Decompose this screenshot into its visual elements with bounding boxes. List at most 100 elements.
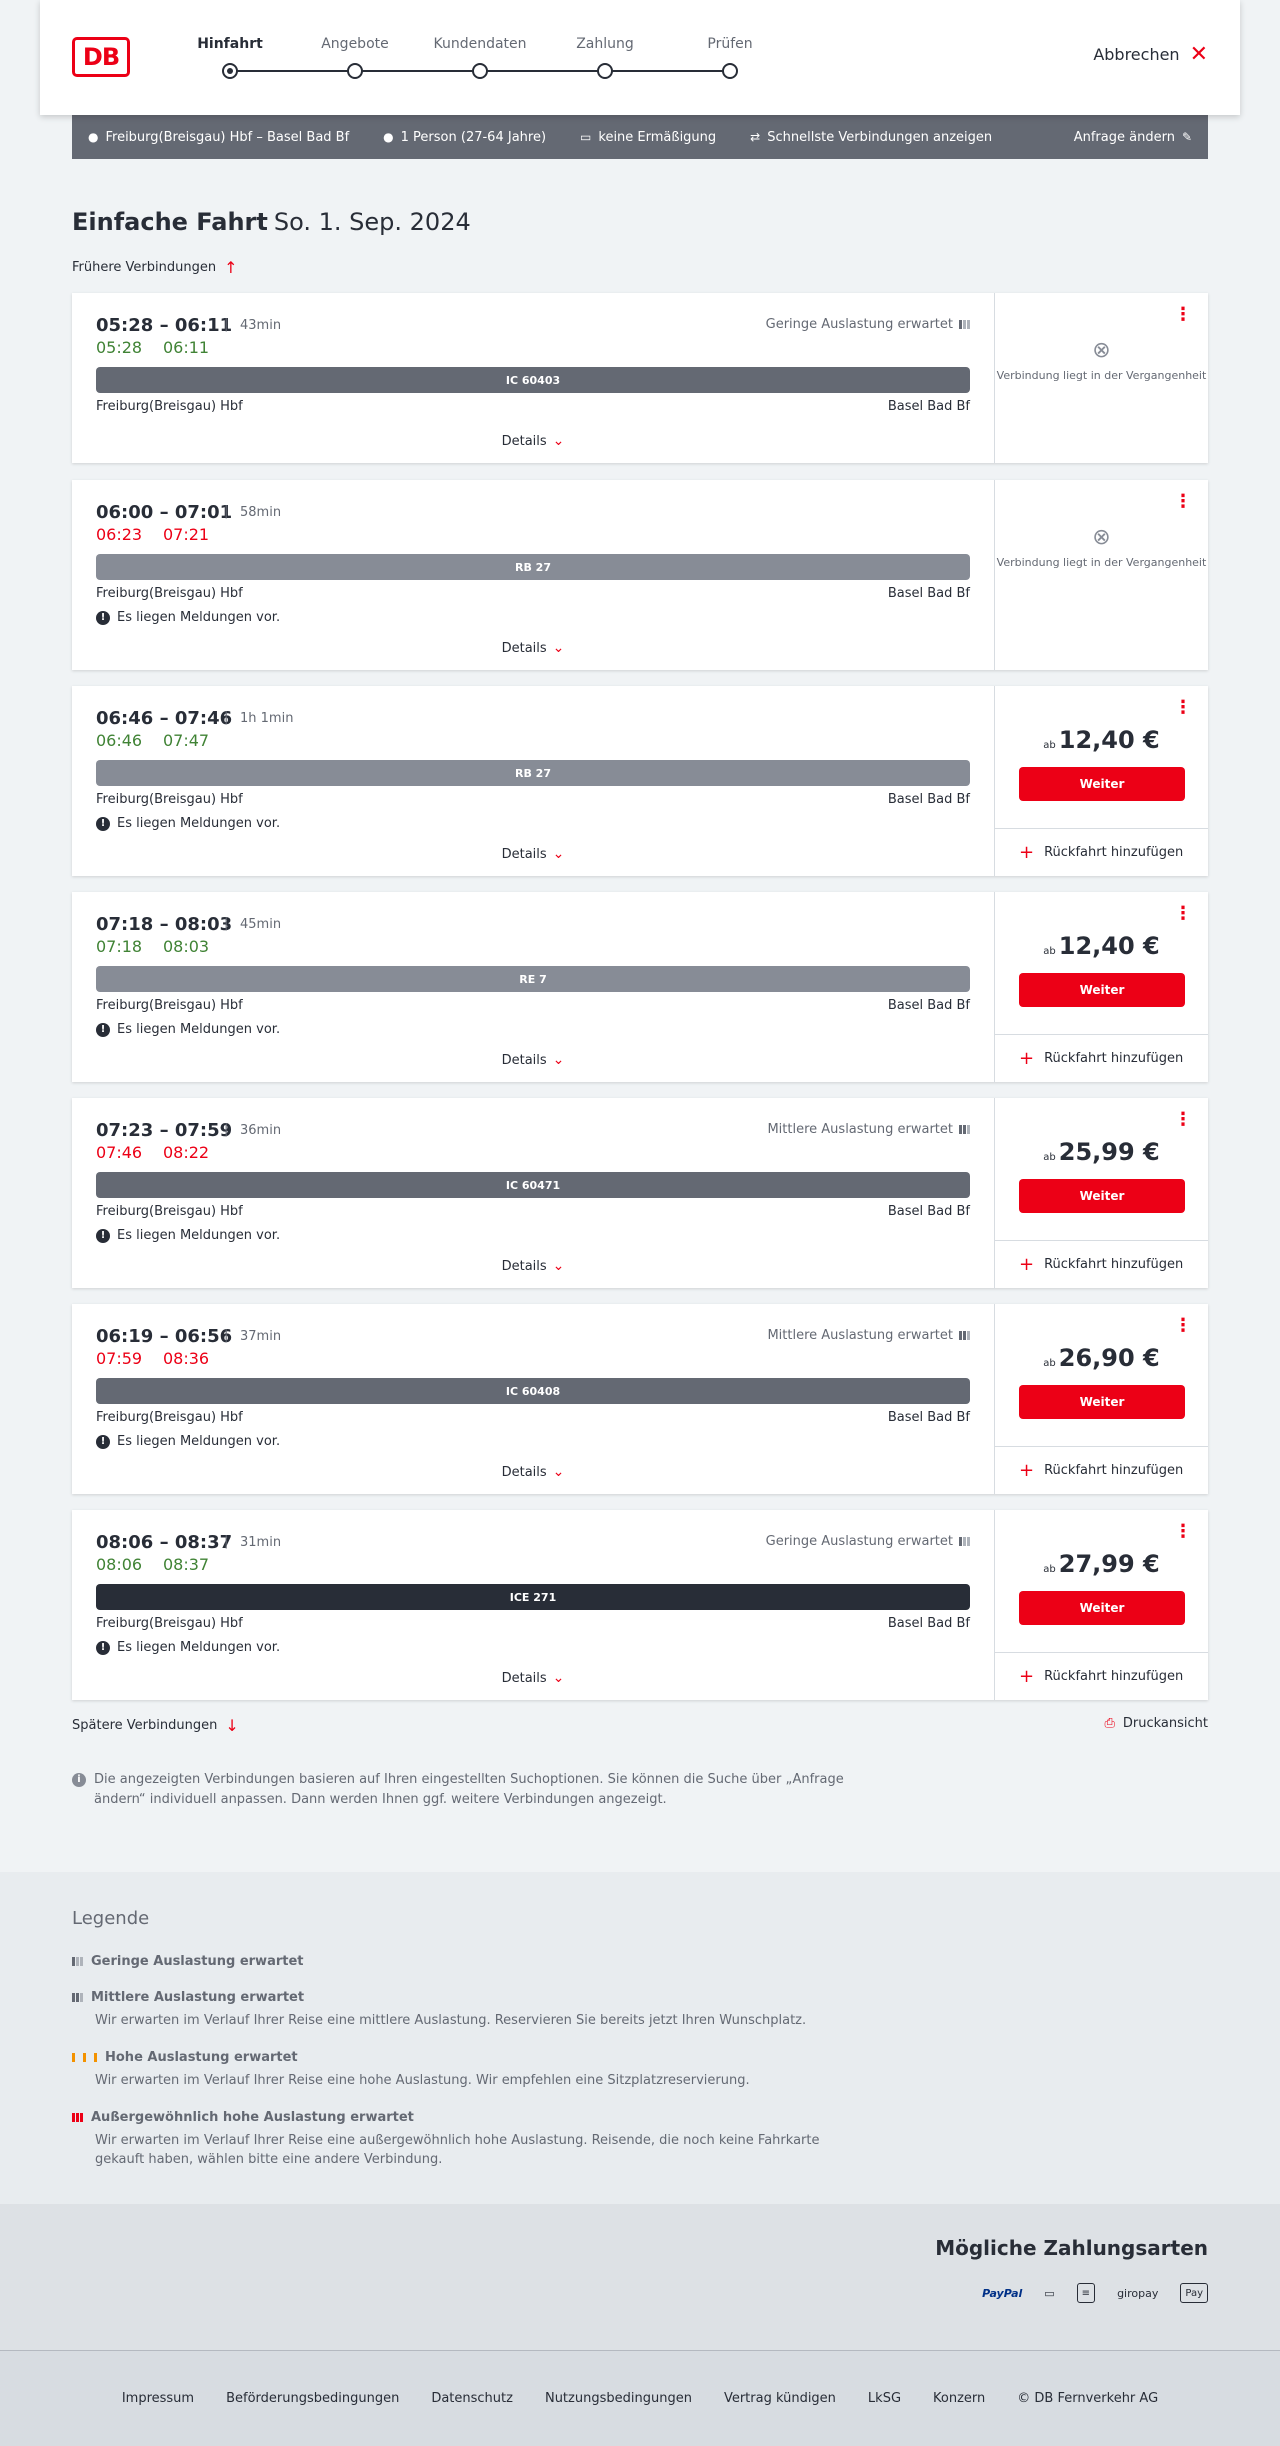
- footer-link[interactable]: Vertrag kündigen: [724, 2391, 836, 2406]
- location-pin-icon: ●: [88, 130, 99, 144]
- details-toggle[interactable]: Details ⌄: [72, 433, 994, 449]
- planned-times: 06:19 – 06:56: [96, 1326, 233, 1347]
- page-title: Einfache Fahrt So. 1. Sep. 2024: [72, 208, 471, 236]
- messages-notice[interactable]: ! Es liegen Meldungen vor.: [96, 1228, 280, 1243]
- alert-icon: !: [96, 1228, 110, 1243]
- more-options-icon[interactable]: ⋮: [1174, 493, 1192, 511]
- step-hinfahrt[interactable]: Hinfahrt: [170, 34, 290, 79]
- details-toggle[interactable]: Details ⌄: [72, 846, 994, 862]
- step-dot: [722, 63, 738, 79]
- details-toggle[interactable]: Details ⌄: [72, 1670, 994, 1686]
- train-bar[interactable]: RB 27: [96, 760, 970, 786]
- occupancy-indicator: Geringe Auslastung erwartet: [766, 1534, 970, 1549]
- train-bar[interactable]: IC 60403: [96, 367, 970, 393]
- add-return-button[interactable]: + Rückfahrt hinzufügen: [995, 1652, 1208, 1700]
- continue-button[interactable]: Weiter: [1019, 1179, 1185, 1213]
- alert-icon: !: [96, 610, 110, 625]
- realtime-arrival: 08:36: [163, 1349, 210, 1368]
- fastest-toggle[interactable]: ⇄ Schnellste Verbindungen anzeigen: [750, 130, 992, 145]
- route-item[interactable]: ● Freiburg(Breisgau) Hbf – Basel Bad Bf: [88, 130, 349, 145]
- train-bar[interactable]: IC 60471: [96, 1172, 970, 1198]
- cancel-button[interactable]: Abbrechen ✕: [1093, 43, 1208, 65]
- occupancy-extreme-icon: [72, 2113, 83, 2122]
- db-logo[interactable]: DB: [72, 37, 130, 77]
- connection-info: 06:19 – 06:56 | 37min Mittlere Auslastung e…: [72, 1304, 994, 1494]
- legend-item-extreme: Außergewöhnlich hohe Auslastung erwartet…: [72, 2110, 852, 2169]
- discount-item[interactable]: ▭ keine Ermäßigung: [580, 130, 716, 145]
- payment-methods-section: Mögliche Zahlungsarten PayPal ▭ ≡ giropa…: [0, 2204, 1280, 2350]
- add-return-button[interactable]: + Rückfahrt hinzufügen: [995, 1446, 1208, 1494]
- duration: 1h 1min: [240, 711, 294, 726]
- step-angebote[interactable]: Angebote: [295, 34, 415, 79]
- legend-title: Legende: [72, 1908, 150, 1929]
- earlier-connections-link[interactable]: Frühere Verbindungen ↑: [72, 258, 238, 277]
- destination-station: Basel Bad Bf: [887, 1410, 970, 1425]
- swap-arrows-icon: ⇄: [750, 130, 761, 144]
- details-toggle[interactable]: Details ⌄: [72, 1052, 994, 1068]
- plus-icon: +: [1019, 842, 1035, 863]
- footer-link[interactable]: LkSG: [868, 2391, 901, 2406]
- more-options-icon[interactable]: ⋮: [1174, 1317, 1192, 1335]
- occupancy-low-icon: [959, 1537, 970, 1546]
- train-bar[interactable]: RE 7: [96, 966, 970, 992]
- add-return-button[interactable]: + Rückfahrt hinzufügen: [995, 1034, 1208, 1082]
- chevron-down-icon: ⌄: [552, 1052, 565, 1068]
- step-zahlung[interactable]: Zahlung: [545, 34, 665, 79]
- details-toggle[interactable]: Details ⌄: [72, 1258, 994, 1274]
- footer-link[interactable]: Impressum: [122, 2391, 194, 2406]
- continue-button[interactable]: Weiter: [1019, 973, 1185, 1007]
- step-pruefen[interactable]: Prüfen: [670, 34, 790, 79]
- search-summary-bar: ● Freiburg(Breisgau) Hbf – Basel Bad Bf ●…: [72, 115, 1208, 159]
- more-options-icon[interactable]: ⋮: [1174, 699, 1192, 717]
- origin-station: Freiburg(Breisgau) Hbf: [96, 998, 243, 1013]
- step-dot: [597, 63, 613, 79]
- footer-link[interactable]: © DB Fernverkehr AG: [1017, 2391, 1158, 2406]
- step-kundendaten[interactable]: Kundendaten: [420, 34, 540, 79]
- details-toggle[interactable]: Details ⌄: [72, 640, 994, 656]
- separator: |: [224, 1534, 229, 1549]
- change-request-button[interactable]: Anfrage ändern ✎: [1074, 130, 1192, 145]
- realtime-departure: 06:23: [96, 525, 143, 544]
- chevron-down-icon: ⌄: [552, 640, 565, 656]
- more-options-icon[interactable]: ⋮: [1174, 905, 1192, 923]
- origin-station: Freiburg(Breisgau) Hbf: [96, 1204, 243, 1219]
- more-options-icon[interactable]: ⋮: [1174, 1111, 1192, 1129]
- train-bar[interactable]: IC 60408: [96, 1378, 970, 1404]
- realtime-departure: 08:06: [96, 1555, 143, 1574]
- cart-disabled-icon: ⊗: [1092, 338, 1111, 363]
- connection-card: 07:23 – 07:59 | 36min Mittlere Auslastung e…: [72, 1098, 1208, 1288]
- price: ab 25,99 €: [1043, 1138, 1160, 1166]
- occupancy-indicator: Mittlere Auslastung erwartet: [767, 1328, 970, 1343]
- messages-notice[interactable]: ! Es liegen Meldungen vor.: [96, 1434, 280, 1449]
- person-icon: ●: [383, 130, 394, 144]
- continue-button[interactable]: Weiter: [1019, 1385, 1185, 1419]
- details-toggle[interactable]: Details ⌄: [72, 1464, 994, 1480]
- train-bar[interactable]: RB 27: [96, 554, 970, 580]
- legend-item-low: Geringe Auslastung erwartet: [72, 1954, 852, 1969]
- messages-notice[interactable]: ! Es liegen Meldungen vor.: [96, 1022, 280, 1037]
- more-options-icon[interactable]: ⋮: [1174, 306, 1192, 324]
- continue-button[interactable]: Weiter: [1019, 1591, 1185, 1625]
- footer-link[interactable]: Beförderungsbedingungen: [226, 2391, 399, 2406]
- realtime-departure: 05:28: [96, 338, 143, 357]
- later-connections-link[interactable]: Spätere Verbindungen ↓: [72, 1716, 239, 1735]
- more-options-icon[interactable]: ⋮: [1174, 1523, 1192, 1541]
- travellers-item[interactable]: ● 1 Person (27-64 Jahre): [383, 130, 546, 145]
- chevron-down-icon: ⌄: [552, 433, 565, 449]
- footer-link[interactable]: Konzern: [933, 2391, 985, 2406]
- messages-notice[interactable]: ! Es liegen Meldungen vor.: [96, 816, 280, 831]
- card-payment-icon: ▭: [1044, 2286, 1055, 2300]
- occupancy-indicator: Mittlere Auslastung erwartet: [767, 1122, 970, 1137]
- header: DB Hinfahrt Angebote Kundendaten Zahlung…: [40, 0, 1240, 115]
- footer-link[interactable]: Datenschutz: [431, 2391, 513, 2406]
- train-bar[interactable]: ICE 271: [96, 1584, 970, 1610]
- print-view-link[interactable]: ⎙ Druckansicht: [1104, 1716, 1208, 1731]
- footer-link[interactable]: Nutzungsbedingungen: [545, 2391, 692, 2406]
- messages-notice[interactable]: ! Es liegen Meldungen vor.: [96, 610, 280, 625]
- messages-notice[interactable]: ! Es liegen Meldungen vor.: [96, 1640, 280, 1655]
- continue-button[interactable]: Weiter: [1019, 767, 1185, 801]
- add-return-button[interactable]: + Rückfahrt hinzufügen: [995, 1240, 1208, 1288]
- plus-icon: +: [1019, 1666, 1035, 1687]
- realtime-arrival: 06:11: [163, 338, 210, 357]
- add-return-button[interactable]: + Rückfahrt hinzufügen: [995, 828, 1208, 876]
